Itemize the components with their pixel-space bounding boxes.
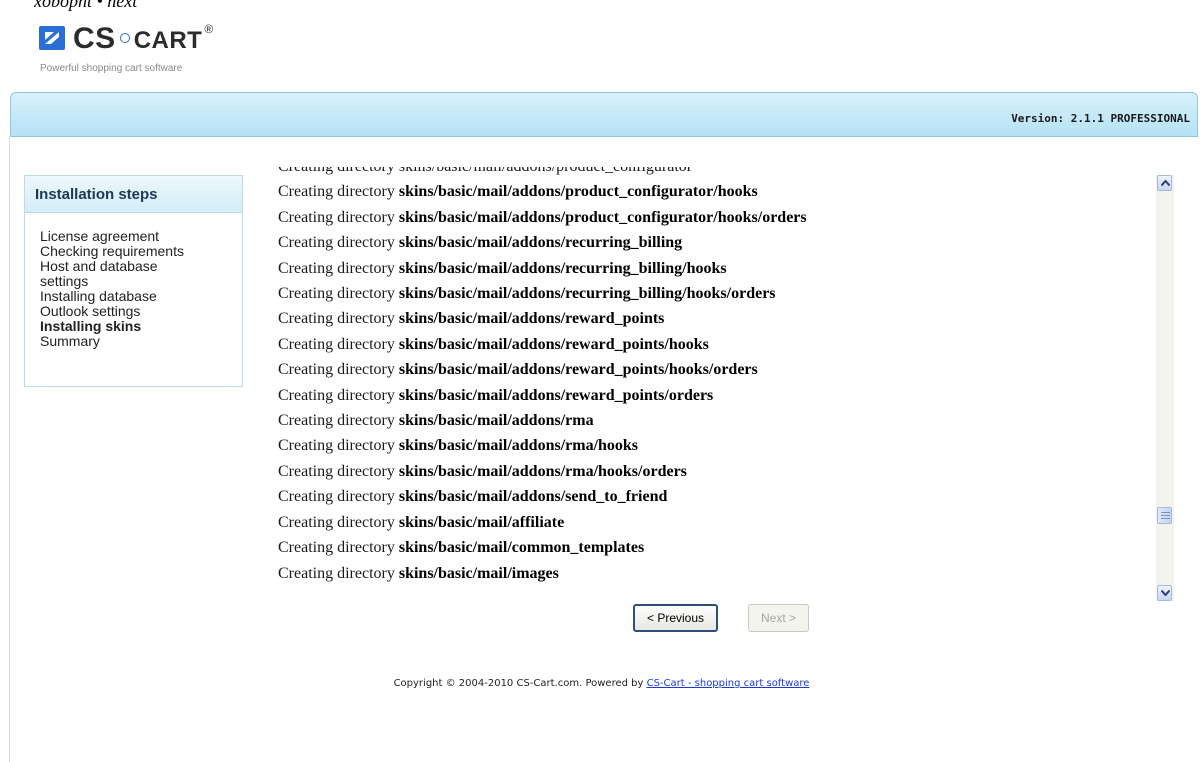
log-prefix: Creating directory [278,488,395,506]
log-prefix: Creating directory [278,361,395,379]
log-path: skins/basic/mail/addons/product_configur… [398,208,807,226]
version-header-bar: Version: 2.1.1 PROFESSIONAL [10,92,1198,137]
step-item: Outlook settings [40,303,141,319]
log-line: Creating directory skins/basic/mail/addo… [270,408,1166,433]
cs-cart-logo: CS CART ® Powerful shopping cart software [39,22,259,76]
log-path: skins/basic/mail/addons/rma [398,412,594,430]
step-item: Installing skins [40,318,142,334]
logo-dot-icon [119,33,130,44]
logo-wordmark: CS CART ® [73,22,214,56]
log-line: Creating directory skins/basic/mail/addo… [270,459,1166,484]
log-path: skins/basic/mail/addons/product_configur… [398,183,758,201]
step-item: Host and database [40,258,158,274]
logo-cart: CART [133,27,203,54]
log-line: Creating directory skins/basic/mail/addo… [270,357,1166,382]
page-left-border [9,137,10,762]
log-line-partial: Creating directory skins/basic/mail/addo… [270,167,1166,179]
log-line: Creating directory skins/basic/mail/affi… [270,510,1166,535]
log-path: skins/basic/mail/addons/rma/hooks [398,437,639,455]
log-prefix: Creating directory [278,259,395,277]
cs-cart-link[interactable]: CS-Cart - shopping cart software [647,678,810,689]
footer: Copyright © 2004-2010 CS-Cart.com. Power… [0,678,1203,689]
log-prefix: Creating directory [278,335,395,353]
step-item: Installing database [40,288,157,304]
logo-cs: CS [73,22,116,55]
step-item: License agreement [40,228,160,244]
log-path: skins/basic/mail/addons/recurring_billin… [398,259,727,277]
logo-registered: ® [204,22,214,36]
log-path: skins/basic/mail/addons/reward_points [398,310,665,328]
grip-icon [1161,512,1170,519]
log-line: Creating directory skins/basic/mail/addo… [270,281,1166,306]
log-path: skins/basic/mail/common_templates [398,539,645,557]
log-prefix: Creating directory [278,234,395,252]
clipped-top-text: xobopht • next [34,0,138,11]
log-line: Creating directory skins/basic/mail/addo… [270,230,1166,255]
log-prefix: Creating directory [278,208,395,226]
step-item: Summary [40,333,100,349]
step-item: settings [40,273,89,289]
log-prefix: Creating directory [278,462,395,480]
chevron-up-icon [1161,180,1170,186]
log-line: Creating directory skins/basic/mail/imag… [270,561,1166,586]
logo-mark-icon [39,26,65,50]
installation-steps-panel: Installation steps License agreement Chec… [24,175,243,387]
log-lines: Creating directory skins/basic/mail/addo… [270,179,1166,586]
step-item: Checking requirements [40,243,184,259]
log-line: Creating directory skins/basic/mail/addo… [270,484,1166,509]
scroll-thumb[interactable] [1157,507,1172,524]
log-prefix: Creating directory [278,183,395,201]
log-line: Creating directory skins/basic/mail/comm… [270,535,1166,560]
scroll-up-button[interactable] [1157,175,1172,191]
log-line: Creating directory skins/basic/mail/addo… [270,205,1166,230]
log-scrollbar[interactable] [1156,175,1174,601]
log-path: skins/basic/mail/addons/reward_points/ho… [398,361,758,379]
log-prefix: Creating directory [278,386,395,404]
version-label: Version: 2.1.1 PROFESSIONAL [1011,112,1190,125]
log-path: skins/basic/mail/affiliate [398,513,565,531]
install-log[interactable]: Creating directory skins/basic/mail/addo… [270,167,1166,594]
log-prefix: Creating directory [278,285,395,303]
steps-title: Installation steps [25,176,242,213]
log-line: Creating directory skins/basic/mail/addo… [270,306,1166,331]
log-path: skins/basic/mail/images [398,564,559,582]
scroll-down-button[interactable] [1157,585,1172,601]
log-line: Creating directory skins/basic/mail/addo… [270,256,1166,281]
previous-button[interactable]: < Previous [633,604,718,632]
log-prefix: Creating directory [278,539,395,557]
log-prefix: Creating directory [278,437,395,455]
log-line: Creating directory skins/basic/mail/addo… [270,383,1166,408]
next-button[interactable]: Next > [748,604,809,632]
log-prefix: Creating directory [278,513,395,531]
log-prefix: Creating directory [278,564,395,582]
copyright-text: Copyright © 2004-2010 CS-Cart.com. Power… [393,678,647,689]
log-line: Creating directory skins/basic/mail/addo… [270,332,1166,357]
log-path: skins/basic/mail/addons/reward_points/or… [398,386,714,404]
log-prefix: Creating directory [278,310,395,328]
log-path: skins/basic/mail/addons/recurring_billin… [398,285,776,303]
log-line: Creating directory skins/basic/mail/addo… [270,433,1166,458]
log-path: skins/basic/mail/addons/rma/hooks/orders [398,462,687,480]
log-prefix: Creating directory [278,412,395,430]
chevron-down-icon [1161,590,1170,596]
log-path: skins/basic/mail/addons/reward_points/ho… [398,335,709,353]
log-path: skins/basic/mail/addons/send_to_friend [398,488,668,506]
log-line: Creating directory skins/basic/mail/addo… [270,179,1166,204]
logo-tagline: Powerful shopping cart software [40,63,183,74]
steps-list: License agreement Checking requirements Ho… [25,213,242,349]
log-path: skins/basic/mail/addons/recurring_billin… [398,234,683,252]
